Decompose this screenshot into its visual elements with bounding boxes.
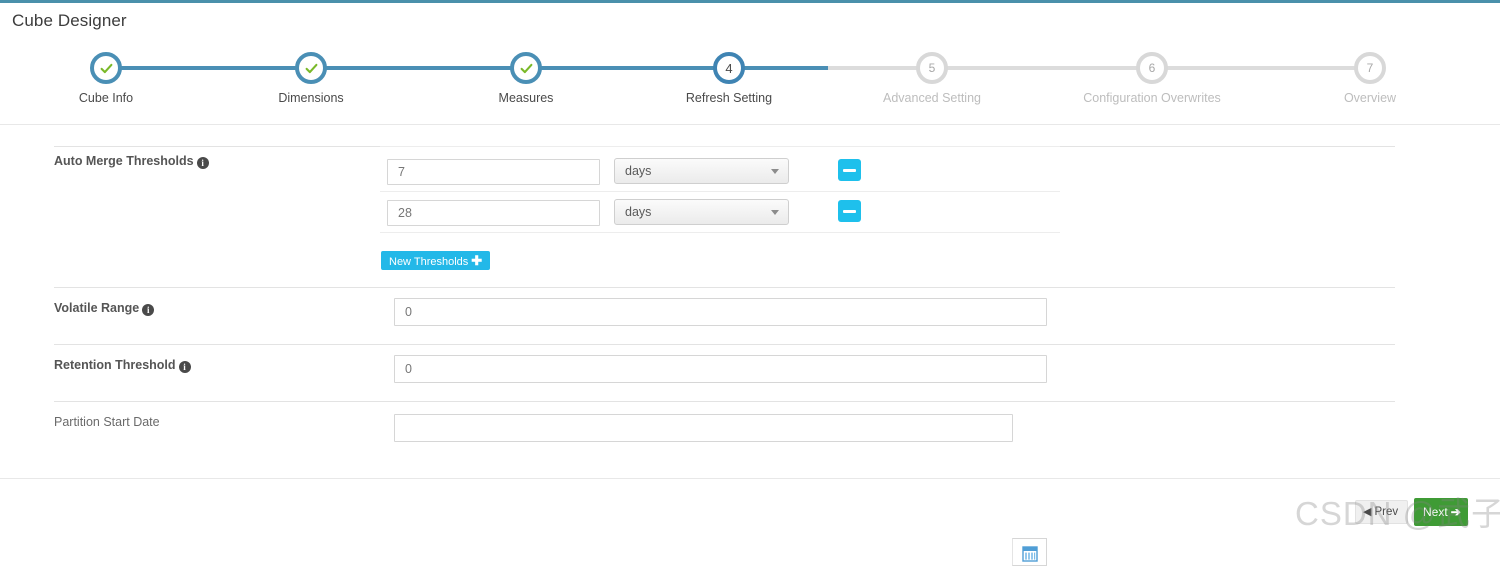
step-circle (510, 52, 542, 84)
volatile-range-label: Volatile Range i (54, 301, 155, 316)
stepper-connector (526, 66, 729, 70)
next-button[interactable]: Next ➔ (1414, 498, 1468, 526)
step-number: 5 (928, 61, 936, 75)
stepper-step-measures[interactable]: Measures (456, 46, 596, 105)
arrow-left-icon: ◀ (1363, 506, 1372, 518)
stepper-step-cube-info[interactable]: Cube Info (36, 46, 176, 105)
threshold-row-divider-mid (380, 191, 1060, 192)
auto-merge-unit-select-1[interactable]: days (614, 158, 789, 184)
stepper-connector (311, 66, 526, 70)
partition-start-date-divider (54, 401, 1395, 402)
step-label: Advanced Setting (883, 91, 981, 105)
step-circle (295, 52, 327, 84)
stepper-step-configuration-overwrites[interactable]: 6 Configuration Overwrites (1082, 46, 1222, 105)
minus-icon (843, 169, 856, 172)
stepper-step-dimensions[interactable]: Dimensions (241, 46, 381, 105)
remove-threshold-button-1[interactable] (838, 159, 861, 181)
partition-start-date-label-text: Partition Start Date (54, 415, 160, 429)
step-circle: 7 (1354, 52, 1386, 84)
retention-threshold-label-text: Retention Threshold (54, 358, 176, 372)
check-icon (520, 63, 532, 73)
next-button-label: Next (1423, 505, 1448, 519)
step-circle: 6 (1136, 52, 1168, 84)
prev-button-label: Prev (1374, 506, 1399, 518)
step-label: Cube Info (78, 91, 134, 105)
auto-merge-unit-select-2[interactable]: days (614, 199, 789, 225)
step-number: 7 (1366, 61, 1374, 75)
page-title: Cube Designer (12, 11, 127, 30)
calendar-picker-button[interactable] (1012, 538, 1047, 566)
info-icon[interactable]: i (142, 304, 155, 316)
retention-threshold-divider (54, 344, 1395, 345)
partition-start-date-input[interactable] (394, 414, 1013, 442)
footer-divider (0, 478, 1500, 479)
auto-merge-unit-value-2: days (625, 205, 652, 219)
minus-icon (843, 210, 856, 213)
step-circle: 5 (916, 52, 948, 84)
step-label: Measures (498, 91, 554, 105)
retention-threshold-label: Retention Threshold i (54, 358, 191, 373)
remove-threshold-button-2[interactable] (838, 200, 861, 222)
volatile-range-label-text: Volatile Range (54, 301, 140, 315)
info-icon[interactable]: i (196, 157, 209, 169)
volatile-range-input[interactable] (394, 298, 1047, 326)
step-label: Dimensions (278, 91, 344, 105)
stepper-step-refresh-setting[interactable]: 4 Refresh Setting (659, 46, 799, 105)
chevron-down-icon (771, 210, 779, 215)
info-icon[interactable]: i (178, 361, 191, 373)
retention-threshold-input[interactable] (394, 355, 1047, 383)
top-accent-bar (0, 0, 1500, 3)
step-label: Overview (1343, 91, 1397, 105)
auto-merge-threshold-value-input-2[interactable] (387, 200, 600, 226)
wizard-stepper: Cube Info Dimensions Measures 4 Refresh Sett… (0, 46, 1500, 118)
prev-button[interactable]: ◀ Prev (1355, 500, 1409, 524)
auto-merge-thresholds-label: Auto Merge Thresholds i (54, 154, 209, 169)
plus-icon: ✚ (471, 253, 483, 268)
arrow-right-icon: ➔ (1450, 505, 1461, 519)
calendar-icon (1021, 545, 1038, 562)
step-circle: 4 (713, 52, 745, 84)
check-icon (100, 63, 112, 73)
step-number: 4 (725, 60, 733, 76)
stepper-connector (106, 66, 311, 70)
step-label: Configuration Overwrites (1083, 91, 1221, 105)
threshold-row-divider-bottom (380, 232, 1060, 233)
auto-merge-unit-value-1: days (625, 164, 652, 178)
stepper-step-overview[interactable]: 7 Overview (1300, 46, 1440, 105)
step-label: Refresh Setting (685, 91, 773, 105)
step-number: 6 (1148, 61, 1156, 75)
threshold-row-divider-top (380, 146, 1060, 147)
step-circle (90, 52, 122, 84)
auto-merge-thresholds-label-text: Auto Merge Thresholds (54, 154, 194, 168)
new-thresholds-button[interactable]: New Thresholds ✚ (381, 251, 491, 270)
partition-start-date-label: Partition Start Date (54, 415, 160, 429)
volatile-range-divider (54, 287, 1395, 288)
stepper-connector (1152, 66, 1370, 70)
header-divider (0, 124, 1500, 125)
chevron-down-icon (771, 169, 779, 174)
stepper-connector (932, 66, 1152, 70)
new-thresholds-label: New Thresholds (389, 256, 469, 268)
check-icon (305, 63, 317, 73)
auto-merge-threshold-value-input-1[interactable] (387, 159, 600, 185)
stepper-step-advanced-setting[interactable]: 5 Advanced Setting (862, 46, 1002, 105)
